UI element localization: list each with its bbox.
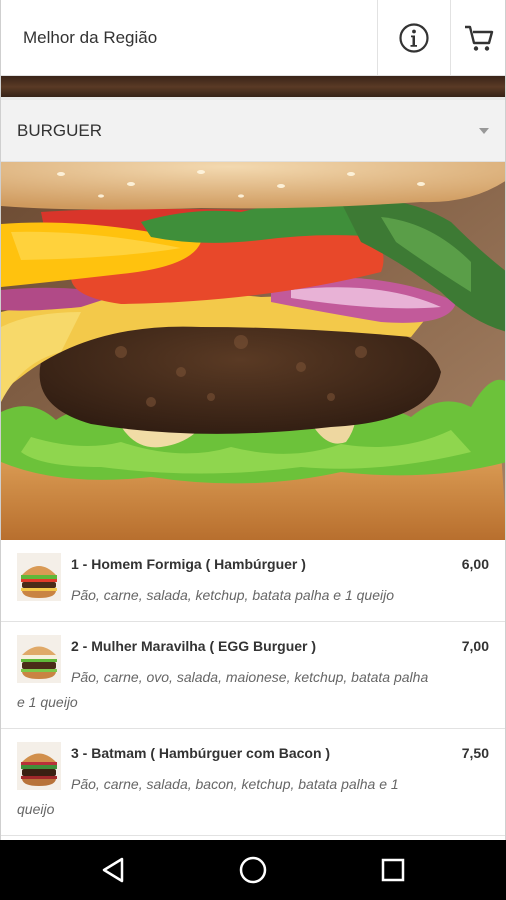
system-navigation-bar <box>0 840 506 900</box>
product-name: 3 - Batmam ( Hambúrguer com Bacon ) <box>71 745 331 761</box>
product-name: 2 - Mulher Maravilha ( EGG Burguer ) <box>71 638 317 654</box>
top-bar: Melhor da Região <box>1 0 505 76</box>
recents-square-icon <box>381 858 405 882</box>
banner-strip <box>1 76 505 100</box>
product-description: Pão, carne, salada, ketchup, batata palh… <box>71 587 395 603</box>
category-selected-label: BURGUER <box>17 121 103 140</box>
product-item[interactable]: 2 - Mulher Maravilha ( EGG Burguer ) 7,0… <box>1 622 505 729</box>
product-item[interactable]: 3 - Batmam ( Hambúrguer com Bacon ) 7,50… <box>1 729 505 836</box>
category-hero-image <box>1 162 505 540</box>
product-name: 1 - Homem Formiga ( Hambúrguer ) <box>71 556 306 572</box>
recents-button[interactable] <box>353 840 433 900</box>
chevron-down-icon <box>479 128 489 134</box>
product-thumbnail <box>17 742 61 790</box>
product-list: 1 - Homem Formiga ( Hambúrguer ) 6,00 Pã… <box>1 540 505 836</box>
cart-button[interactable] <box>450 0 505 76</box>
product-description-line: Pão, carne, ovo, salada, maionese, ketch… <box>71 669 429 685</box>
app-screen: Melhor da Região BURGUER 1 - Homem Formi… <box>0 0 506 840</box>
back-triangle-icon <box>102 857 124 883</box>
product-description-line: e 1 queijo <box>17 694 78 710</box>
product-thumbnail <box>17 553 61 601</box>
home-circle-icon <box>239 856 267 884</box>
info-button[interactable] <box>377 0 450 76</box>
product-item[interactable]: 1 - Homem Formiga ( Hambúrguer ) 6,00 Pã… <box>1 540 505 622</box>
cart-icon <box>465 25 494 51</box>
product-thumbnail <box>17 635 61 683</box>
product-price: 7,50 <box>461 745 489 761</box>
product-description-line: queijo <box>17 801 55 817</box>
back-button[interactable] <box>73 840 153 900</box>
product-price: 7,00 <box>461 638 489 654</box>
info-icon <box>399 23 429 53</box>
product-description-line: Pão, carne, salada, bacon, ketchup, bata… <box>71 776 399 792</box>
category-select[interactable]: BURGUER <box>1 100 505 162</box>
product-price: 6,00 <box>461 556 489 572</box>
store-title: Melhor da Região <box>23 28 158 47</box>
home-button[interactable] <box>213 840 293 900</box>
